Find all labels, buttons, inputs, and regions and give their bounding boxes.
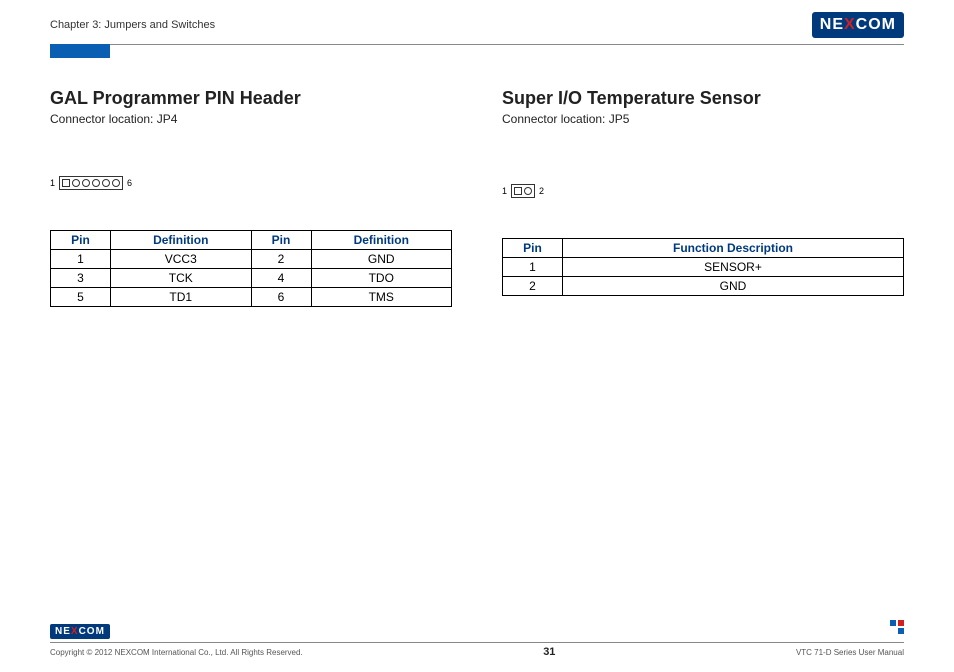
jp4-pinbox [59, 176, 123, 190]
th-definition: Definition [111, 231, 252, 250]
cell: TD1 [111, 288, 252, 307]
right-column: Super I/O Temperature Sensor Connector l… [502, 88, 904, 307]
logo-pre: NE [820, 16, 844, 34]
page-footer: NEXCOM Copyright © 2012 NEXCOM Internati… [0, 621, 954, 658]
pin-icon [82, 179, 90, 187]
footer-mark-icon [890, 620, 904, 634]
table-row: 5 TD1 6 TMS [51, 288, 452, 307]
jp5-right-label: 2 [539, 186, 544, 196]
logo-post: COM [856, 16, 896, 34]
cell: SENSOR+ [563, 258, 904, 277]
footer-logo-x: X [71, 626, 79, 637]
table-row: 1 VCC3 2 GND [51, 250, 452, 269]
pin-icon [72, 179, 80, 187]
cell: 3 [51, 269, 111, 288]
cell: GND [563, 277, 904, 296]
table-header-row: Pin Function Description [503, 239, 904, 258]
cell: 5 [51, 288, 111, 307]
th-pin: Pin [51, 231, 111, 250]
table-row: 3 TCK 4 TDO [51, 269, 452, 288]
jp5-table: Pin Function Description 1 SENSOR+ 2 GND [502, 238, 904, 296]
blue-tab-decor [50, 44, 110, 58]
pin-icon [524, 187, 532, 195]
jp5-diagram: 1 2 [502, 184, 904, 198]
cell: TDO [311, 269, 452, 288]
footer-row: Copyright © 2012 NEXCOM International Co… [50, 643, 904, 658]
th-pin: Pin [251, 231, 311, 250]
left-subtitle: Connector location: JP4 [50, 112, 452, 126]
cell: GND [311, 250, 452, 269]
pin-icon [62, 179, 70, 187]
footer-nexcom-logo: NEXCOM [50, 624, 110, 639]
manual-name: VTC 71-D Series User Manual [796, 648, 904, 657]
right-subtitle: Connector location: JP5 [502, 112, 904, 126]
cell: 6 [251, 288, 311, 307]
jp4-diagram: 1 6 [50, 176, 452, 190]
table-header-row: Pin Definition Pin Definition [51, 231, 452, 250]
header-rule [50, 44, 904, 45]
table-row: 1 SENSOR+ [503, 258, 904, 277]
cell: 2 [251, 250, 311, 269]
pin-icon [92, 179, 100, 187]
cell: 1 [503, 258, 563, 277]
page-header: Chapter 3: Jumpers and Switches NEXCOM [0, 0, 954, 44]
pin-icon [112, 179, 120, 187]
cell: TMS [311, 288, 452, 307]
left-title: GAL Programmer PIN Header [50, 88, 452, 109]
pin-icon [514, 187, 522, 195]
jp4-table: Pin Definition Pin Definition 1 VCC3 2 G… [50, 230, 452, 307]
pin-icon [102, 179, 110, 187]
cell: TCK [111, 269, 252, 288]
content-area: GAL Programmer PIN Header Connector loca… [0, 58, 954, 307]
right-title: Super I/O Temperature Sensor [502, 88, 904, 109]
logo-x: X [844, 16, 856, 34]
jp4-left-label: 1 [50, 178, 55, 188]
copyright-text: Copyright © 2012 NEXCOM International Co… [50, 648, 303, 657]
cell: VCC3 [111, 250, 252, 269]
jp5-left-label: 1 [502, 186, 507, 196]
th-definition: Definition [311, 231, 452, 250]
cell: 2 [503, 277, 563, 296]
page-number: 31 [543, 646, 555, 658]
chapter-title: Chapter 3: Jumpers and Switches [50, 19, 215, 31]
left-column: GAL Programmer PIN Header Connector loca… [50, 88, 452, 307]
cell: 1 [51, 250, 111, 269]
footer-logo-post: COM [79, 626, 105, 637]
th-function: Function Description [563, 239, 904, 258]
th-pin: Pin [503, 239, 563, 258]
nexcom-logo: NEXCOM [812, 12, 904, 38]
jp4-right-label: 6 [127, 178, 132, 188]
jp5-pinbox [511, 184, 535, 198]
table-row: 2 GND [503, 277, 904, 296]
cell: 4 [251, 269, 311, 288]
footer-logo-pre: NE [55, 626, 71, 637]
